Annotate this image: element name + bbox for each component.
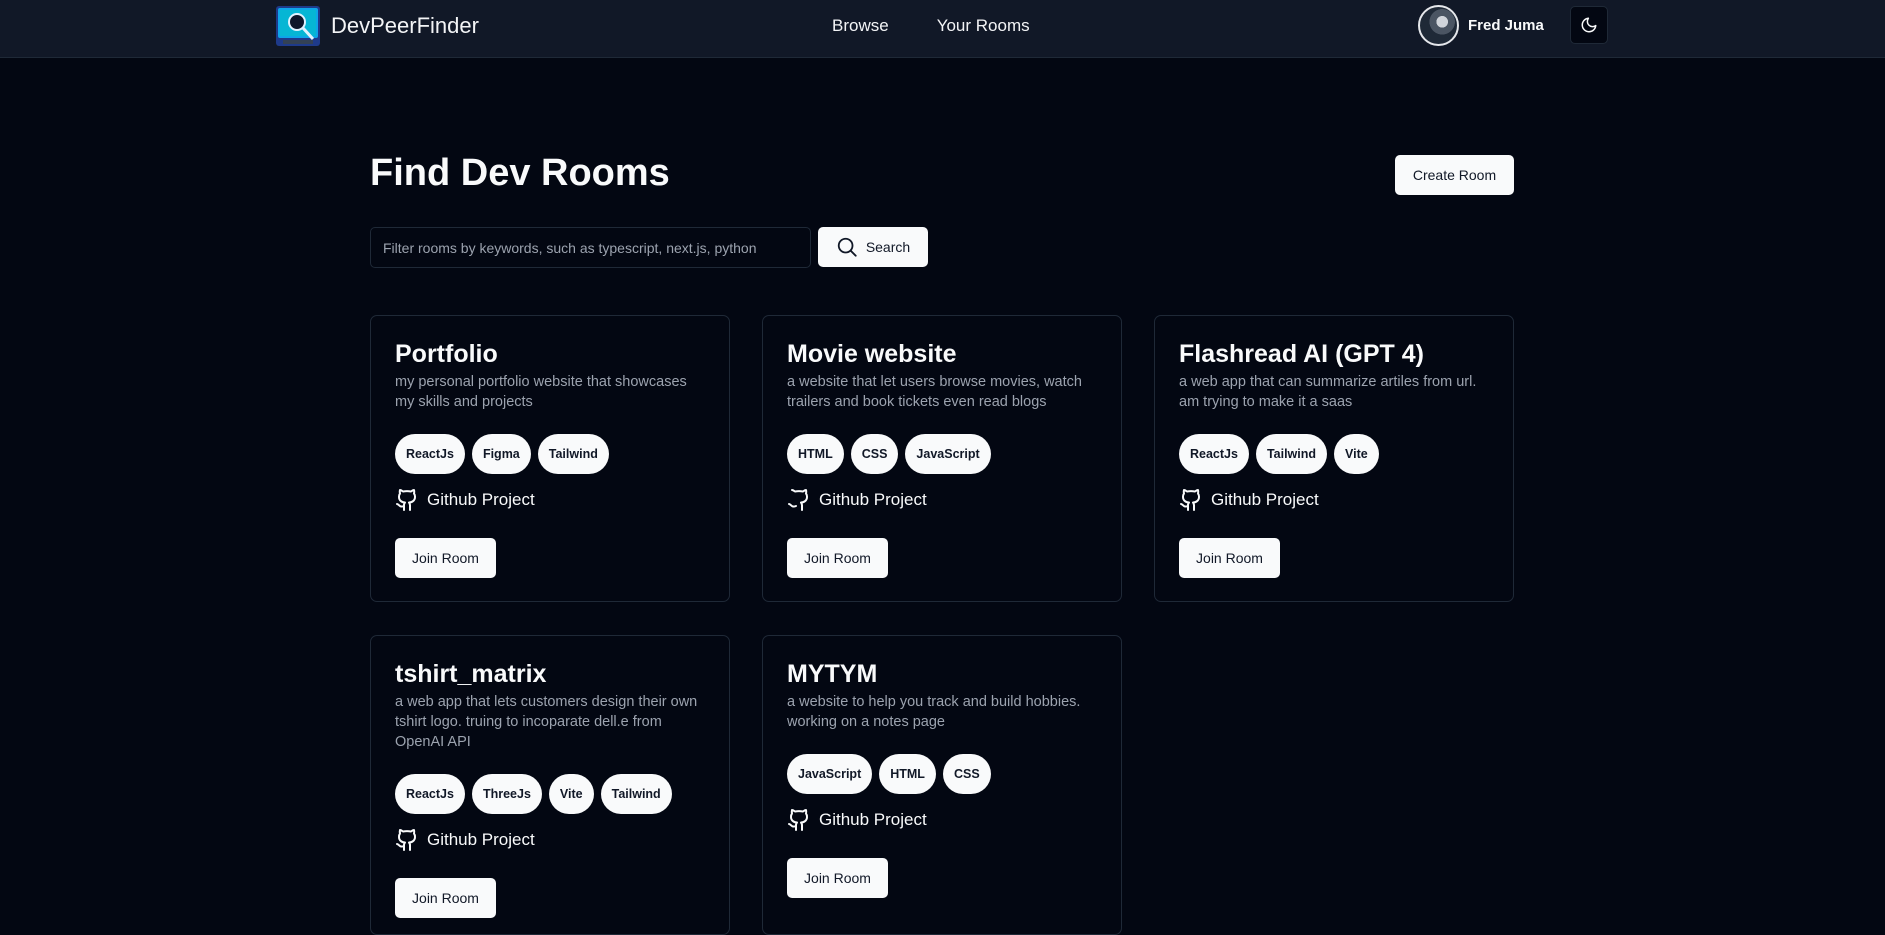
tag-list: ReactJs Tailwind Vite (1179, 434, 1489, 474)
tag-badge[interactable]: HTML (879, 754, 936, 794)
github-project-label: Github Project (427, 830, 535, 849)
nav-browse[interactable]: Browse (832, 16, 889, 36)
tag-badge[interactable]: ReactJs (395, 434, 465, 474)
room-card: Movie website a website that let users b… (762, 315, 1122, 602)
tag-badge[interactable]: CSS (850, 434, 899, 474)
room-card: Portfolio my personal portfolio website … (370, 315, 730, 602)
join-room-button[interactable]: Join Room (787, 858, 888, 898)
room-description: a website to help you track and build ho… (787, 694, 1081, 730)
tag-badge[interactable]: CSS (942, 754, 991, 794)
join-room-button[interactable]: Join Room (395, 538, 496, 578)
github-icon (788, 809, 809, 831)
github-project-label: Github Project (1211, 490, 1319, 509)
tag-badge[interactable]: ReactJs (1179, 434, 1249, 474)
tag-list: ReactJs Figma Tailwind (395, 434, 705, 474)
tag-badge[interactable]: ThreeJs (471, 774, 542, 814)
github-icon (788, 489, 809, 511)
user-menu[interactable]: Fred Juma (1418, 5, 1544, 46)
room-title: Portfolio (395, 340, 498, 368)
search-button[interactable]: Search (818, 227, 928, 267)
github-project-link[interactable]: Github Project (1179, 488, 1489, 512)
tag-list: JavaScript HTML CSS (787, 754, 1097, 794)
user-name: Fred Juma (1468, 17, 1544, 34)
github-project-link[interactable]: Github Project (395, 488, 705, 512)
search-input[interactable] (370, 227, 811, 268)
github-project-link[interactable]: Github Project (787, 488, 1097, 512)
room-description: a website that let users browse movies, … (787, 374, 1082, 410)
logo-link[interactable]: DevPeerFinder (275, 5, 479, 47)
tag-badge[interactable]: Tailwind (600, 774, 672, 814)
room-description: a web app that can summarize artiles fro… (1179, 374, 1477, 410)
join-room-button[interactable]: Join Room (787, 538, 888, 578)
join-room-button[interactable]: Join Room (1179, 538, 1280, 578)
github-icon (396, 829, 417, 851)
top-navbar: DevPeerFinder Browse Your Rooms Fred Jum… (0, 0, 1885, 58)
tag-badge[interactable]: Tailwind (537, 434, 609, 474)
github-project-label: Github Project (819, 810, 927, 829)
room-card: MYTYM a website to help you track and bu… (762, 635, 1122, 935)
room-card: Flashread AI (GPT 4) a web app that can … (1154, 315, 1514, 602)
github-project-link[interactable]: Github Project (395, 828, 705, 852)
tag-badge[interactable]: Figma (471, 434, 531, 474)
join-room-button[interactable]: Join Room (395, 878, 496, 918)
tag-badge[interactable]: JavaScript (905, 434, 991, 474)
github-project-link[interactable]: Github Project (787, 808, 1097, 832)
search-icon (837, 237, 857, 257)
github-icon (396, 489, 417, 511)
avatar (1418, 5, 1459, 46)
room-title: MYTYM (787, 660, 878, 688)
nav-your-rooms[interactable]: Your Rooms (937, 16, 1030, 36)
tag-badge[interactable]: Tailwind (1255, 434, 1328, 474)
tag-list: HTML CSS JavaScript (787, 434, 1097, 474)
create-room-button[interactable]: Create Room (1395, 155, 1514, 195)
tag-badge[interactable]: ReactJs (395, 774, 465, 814)
app-name: DevPeerFinder (331, 13, 479, 38)
room-title: tshirt_matrix (395, 660, 547, 688)
tag-badge[interactable]: Vite (548, 774, 594, 814)
room-title: Movie website (787, 340, 957, 368)
room-description: my personal portfolio website that showc… (395, 374, 687, 410)
tag-badge[interactable]: JavaScript (787, 754, 873, 794)
github-project-label: Github Project (427, 490, 535, 509)
main-nav: Browse Your Rooms (832, 16, 1030, 36)
tag-list: ReactJs ThreeJs Vite Tailwind (395, 774, 705, 814)
github-project-label: Github Project (819, 490, 927, 509)
github-icon (1180, 489, 1201, 511)
search-button-label: Search (865, 239, 911, 255)
room-title: Flashread AI (GPT 4) (1179, 340, 1424, 368)
logo-icon (276, 6, 320, 46)
tag-badge[interactable]: HTML (787, 434, 844, 474)
moon-icon (1581, 17, 1597, 33)
theme-toggle-button[interactable] (1570, 6, 1608, 44)
tag-badge[interactable]: Vite (1334, 434, 1379, 474)
page-title: Find Dev Rooms (370, 152, 670, 194)
room-description: a web app that lets customers design the… (395, 694, 698, 750)
room-card: tshirt_matrix a web app that lets custom… (370, 635, 730, 935)
